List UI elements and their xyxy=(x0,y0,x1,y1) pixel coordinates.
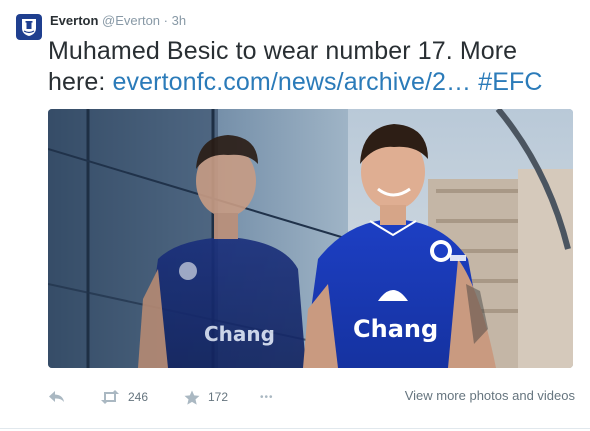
header-separator: · xyxy=(163,13,168,28)
more-options-button[interactable]: ••• xyxy=(260,384,274,410)
author-handle[interactable]: @Everton xyxy=(102,13,160,28)
tweet-actions: 246 172 ••• View more photos and videos xyxy=(48,384,575,410)
reflection-sponsor-text: Chang xyxy=(204,322,275,346)
favorite-count: 172 xyxy=(208,390,229,404)
reply-button[interactable] xyxy=(48,384,66,410)
tweet-photo[interactable]: Chang Chang xyxy=(48,109,573,368)
view-more-photos-link[interactable]: View more photos and videos xyxy=(405,388,575,403)
retweet-count: 246 xyxy=(128,390,149,404)
photo-image: Chang Chang xyxy=(48,109,573,368)
author-name[interactable]: Everton xyxy=(50,13,98,28)
avatar[interactable] xyxy=(16,14,42,40)
retweet-button[interactable]: 246 xyxy=(100,384,148,410)
hashtag-link[interactable]: #EFC xyxy=(478,68,542,96)
everton-crest-icon xyxy=(22,19,36,36)
tweet-header: Everton @Everton · 3h xyxy=(50,13,186,29)
tweet-card: Everton @Everton · 3h Muhamed Besic to w… xyxy=(0,0,590,431)
tweet-timestamp[interactable]: 3h xyxy=(172,13,186,28)
tweet-link[interactable]: evertonfc.com/news/archive/2… xyxy=(113,68,472,96)
more-icon: ••• xyxy=(260,391,274,403)
star-icon xyxy=(184,390,200,405)
divider xyxy=(0,428,590,429)
reply-icon xyxy=(49,391,64,402)
shirt-sponsor-text: Chang xyxy=(353,315,438,343)
favorite-button[interactable]: 172 xyxy=(184,384,228,410)
tweet-text: Muhamed Besic to wear number 17. More he… xyxy=(48,36,578,98)
retweet-icon xyxy=(101,390,119,404)
